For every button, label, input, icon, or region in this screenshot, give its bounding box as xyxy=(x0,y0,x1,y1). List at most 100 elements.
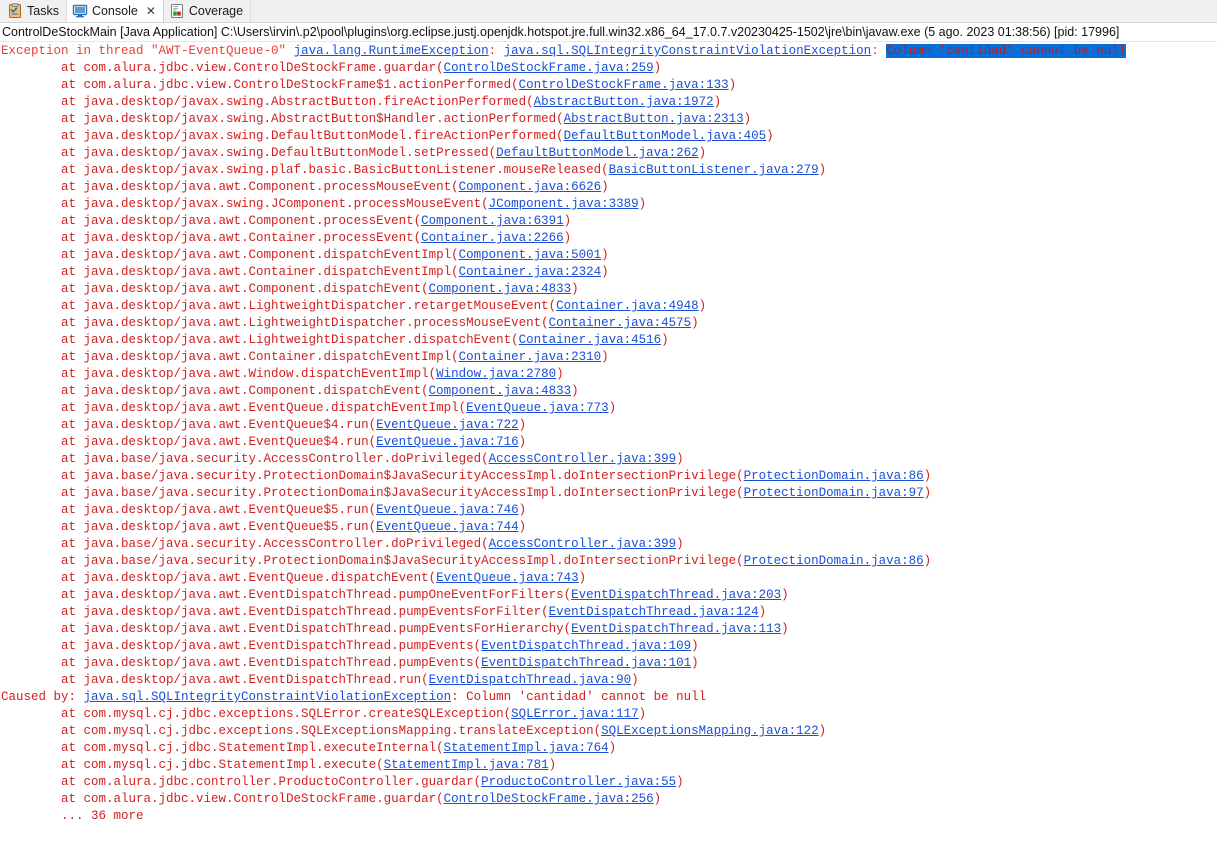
console-text: ) xyxy=(638,707,647,721)
stack-trace-link[interactable]: Container.java:2310 xyxy=(459,350,602,364)
console-text: ... 36 more xyxy=(61,809,144,823)
stack-trace-link[interactable]: ProtectionDomain.java:86 xyxy=(744,554,924,568)
stack-trace-link[interactable]: ControlDeStockFrame.java:256 xyxy=(444,792,654,806)
console-text: ) xyxy=(518,503,527,517)
stack-trace-link[interactable]: Component.java:4833 xyxy=(429,282,572,296)
stack-trace-link[interactable]: DefaultButtonModel.java:405 xyxy=(564,129,767,143)
stack-trace-link[interactable]: Container.java:2266 xyxy=(421,231,564,245)
stack-trace-link[interactable]: Component.java:6626 xyxy=(459,180,602,194)
stack-trace-link[interactable]: StatementImpl.java:781 xyxy=(384,758,549,772)
console-line: at java.desktop/java.awt.LightweightDisp… xyxy=(1,315,1217,332)
stack-trace-link[interactable]: Container.java:2324 xyxy=(459,265,602,279)
stack-trace-link[interactable]: EventQueue.java:746 xyxy=(376,503,519,517)
tab-tasks[interactable]: Tasks xyxy=(2,0,67,22)
console-line: at java.desktop/javax.swing.DefaultButto… xyxy=(1,128,1217,145)
console-text: ) xyxy=(653,61,662,75)
console-text: Exception in thread "AWT-EventQueue-0" xyxy=(1,44,294,58)
console-text: ) xyxy=(571,384,579,398)
stack-trace-link[interactable]: EventDispatchThread.java:203 xyxy=(571,588,781,602)
stack-trace-link[interactable]: java.sql.SQLIntegrityConstraintViolation… xyxy=(504,44,872,58)
console-text: at java.desktop/java.awt.EventQueue$5.ru… xyxy=(61,520,377,534)
stack-trace-link[interactable]: SQLExceptionsMapping.java:122 xyxy=(601,724,819,738)
stack-trace-link[interactable]: EventDispatchThread.java:124 xyxy=(549,605,759,619)
console-text: ) xyxy=(608,401,617,415)
stack-trace-link[interactable]: EventDispatchThread.java:90 xyxy=(429,673,632,687)
console-text: at java.desktop/java.awt.Component.dispa… xyxy=(61,282,429,296)
close-icon[interactable]: ✕ xyxy=(146,5,156,17)
stack-trace-link[interactable]: AbstractButton.java:1972 xyxy=(534,95,714,109)
stack-trace-link[interactable]: AccessController.java:399 xyxy=(489,452,677,466)
stack-trace-link[interactable]: Container.java:4575 xyxy=(549,316,692,330)
console-text: ) xyxy=(518,418,527,432)
stack-trace-link[interactable]: Component.java:4833 xyxy=(429,384,572,398)
console-text: at java.desktop/java.awt.Container.dispa… xyxy=(61,265,459,279)
console-line: at java.desktop/java.awt.Component.proce… xyxy=(1,179,1217,196)
console-text: ) xyxy=(923,554,932,568)
console-line: at java.desktop/javax.swing.JComponent.p… xyxy=(1,196,1217,213)
stack-trace-link[interactable]: JComponent.java:3389 xyxy=(489,197,639,211)
console-text: at java.desktop/javax.swing.AbstractButt… xyxy=(61,112,564,126)
coverage-icon xyxy=(170,4,183,18)
console-line: at com.alura.jdbc.view.ControlDeStockFra… xyxy=(1,791,1217,808)
stack-trace-link[interactable]: java.sql.SQLIntegrityConstraintViolation… xyxy=(84,690,452,704)
console-text: at java.desktop/java.awt.Component.proce… xyxy=(61,180,459,194)
console-text: at java.desktop/java.awt.LightweightDisp… xyxy=(61,299,557,313)
stack-trace-link[interactable]: ProtectionDomain.java:86 xyxy=(744,469,924,483)
stack-trace-link[interactable]: DefaultButtonModel.java:262 xyxy=(496,146,699,160)
stack-trace-link[interactable]: EventQueue.java:744 xyxy=(376,520,519,534)
stack-trace-link[interactable]: java.lang.RuntimeException xyxy=(294,44,489,58)
stack-trace-link[interactable]: EventQueue.java:743 xyxy=(436,571,579,585)
console-text: at java.desktop/java.awt.EventDispatchTh… xyxy=(61,588,572,602)
stack-trace-link[interactable]: EventQueue.java:773 xyxy=(466,401,609,415)
stack-trace-link[interactable]: EventDispatchThread.java:101 xyxy=(481,656,691,670)
stack-trace-link[interactable]: AccessController.java:399 xyxy=(489,537,677,551)
console-line: at java.desktop/java.awt.Container.dispa… xyxy=(1,264,1217,281)
console-text: at java.desktop/java.awt.Component.dispa… xyxy=(61,384,429,398)
stack-trace-link[interactable]: EventQueue.java:716 xyxy=(376,435,519,449)
stack-trace-link[interactable]: Container.java:4948 xyxy=(556,299,699,313)
stack-trace-link[interactable]: ControlDeStockFrame.java:259 xyxy=(444,61,654,75)
stack-trace-link[interactable]: EventDispatchThread.java:113 xyxy=(571,622,781,636)
stack-trace-link[interactable]: EventQueue.java:722 xyxy=(376,418,519,432)
stack-trace-link[interactable]: Window.java:2780 xyxy=(436,367,556,381)
tab-coverage[interactable]: Coverage xyxy=(163,0,252,22)
console-text: ) xyxy=(518,435,527,449)
console-text: at java.desktop/java.awt.EventDispatchTh… xyxy=(61,605,549,619)
console-line: at java.desktop/java.awt.Container.proce… xyxy=(1,230,1217,247)
console-line: at java.base/java.security.AccessControl… xyxy=(1,451,1217,468)
stack-trace-link[interactable]: AbstractButton.java:2313 xyxy=(564,112,744,126)
tab-console[interactable]: Console ✕ xyxy=(66,0,164,22)
console-line: at com.alura.jdbc.view.ControlDeStockFra… xyxy=(1,60,1217,77)
console-text: ) xyxy=(698,299,707,313)
stack-trace-link[interactable]: StatementImpl.java:764 xyxy=(444,741,609,755)
console-text: at com.mysql.cj.jdbc.StatementImpl.execu… xyxy=(61,741,444,755)
console-line: at java.desktop/java.awt.EventDispatchTh… xyxy=(1,621,1217,638)
console-text: at java.desktop/java.awt.LightweightDisp… xyxy=(61,316,549,330)
console-text: at java.desktop/java.awt.EventQueue$5.ru… xyxy=(61,503,377,517)
console-text: ) xyxy=(758,605,767,619)
stack-trace-link[interactable]: EventDispatchThread.java:109 xyxy=(481,639,691,653)
stack-trace-link[interactable]: SQLError.java:117 xyxy=(511,707,639,721)
stack-trace-link[interactable]: Container.java:4516 xyxy=(519,333,662,347)
console-line: at java.desktop/java.awt.EventQueue$4.ru… xyxy=(1,434,1217,451)
console-text: at java.desktop/java.awt.EventQueue.disp… xyxy=(61,571,437,585)
launch-process-header: ControlDeStockMain [Java Application] C:… xyxy=(0,23,1217,42)
stack-trace-link[interactable]: ProductoController.java:55 xyxy=(481,775,676,789)
stack-trace-link[interactable]: BasicButtonListener.java:279 xyxy=(609,163,819,177)
stack-trace-link[interactable]: Component.java:6391 xyxy=(421,214,564,228)
console-text: at java.desktop/java.awt.Container.dispa… xyxy=(61,350,459,364)
stack-trace-link[interactable]: ControlDeStockFrame.java:133 xyxy=(519,78,729,92)
console-text: at com.mysql.cj.jdbc.StatementImpl.execu… xyxy=(61,758,384,772)
stack-trace-link[interactable]: ProtectionDomain.java:97 xyxy=(744,486,924,500)
console-output-area[interactable]: Exception in thread "AWT-EventQueue-0" j… xyxy=(0,42,1217,848)
stack-trace-link[interactable]: Component.java:5001 xyxy=(459,248,602,262)
